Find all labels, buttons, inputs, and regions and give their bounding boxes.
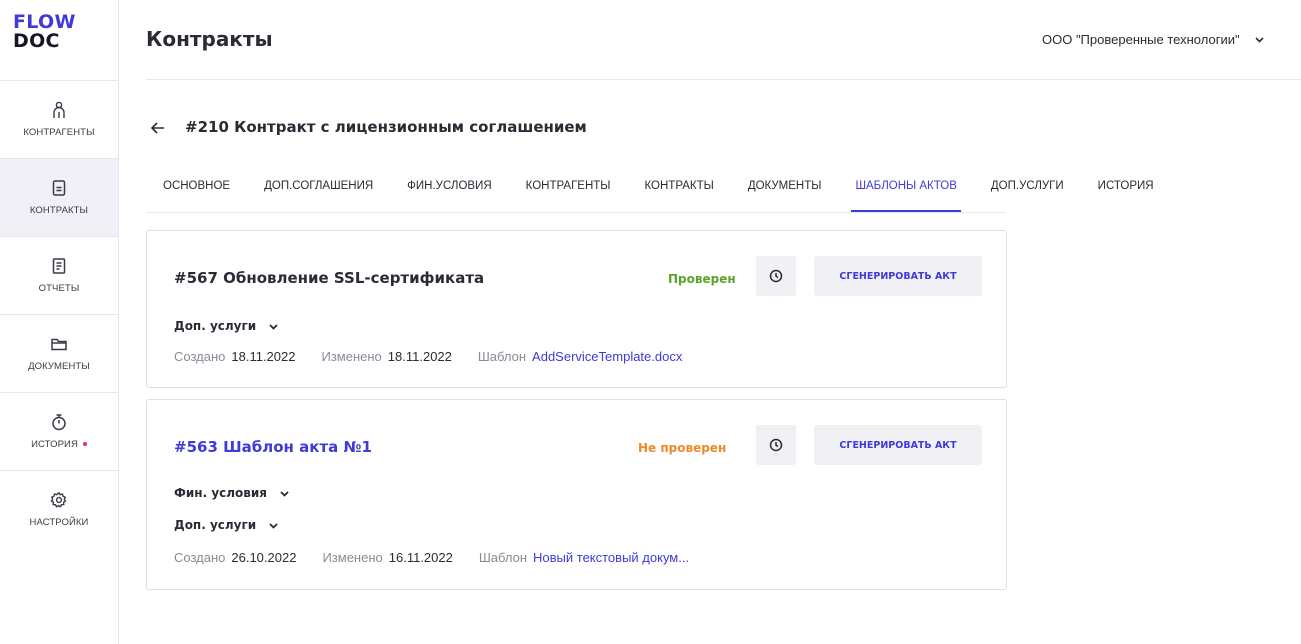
sidebar-item-counterparties[interactable]: КОНТРАГЕНТЫ	[0, 80, 118, 158]
sidebar-item-label: ОТЧЕТЫ	[38, 283, 80, 294]
sidebar-item-history[interactable]: ИСТОРИЯ	[0, 392, 118, 470]
created-label: Создано	[174, 550, 226, 565]
group-label: Фин. условия	[174, 486, 268, 500]
tab-counterparties[interactable]: КОНТРАГЕНТЫ	[509, 172, 628, 212]
sidebar-item-label: ДОКУМЕНТЫ	[28, 361, 90, 372]
chevron-down-icon	[280, 490, 289, 497]
contract-icon	[50, 179, 68, 197]
organization-selector[interactable]: ООО "Проверенные технологии"	[1042, 32, 1265, 47]
report-icon	[50, 257, 68, 275]
created-date: 18.11.2022	[231, 349, 296, 364]
page-title: Контракты	[146, 27, 273, 51]
contract-title: #210 Контракт с лицензионным соглашением	[185, 118, 587, 136]
tab-documents[interactable]: ДОКУМЕНТЫ	[731, 172, 839, 212]
sidebar-item-label: КОНТРАКТЫ	[29, 205, 89, 216]
created-label: Создано	[174, 349, 226, 364]
tab-bar: ОСНОВНОЕ ДОП.СОГЛАШЕНИЯ ФИН.УСЛОВИЯ КОНТ…	[146, 172, 1171, 212]
history-button[interactable]	[756, 256, 796, 296]
person-icon	[50, 101, 68, 119]
sidebar-item-documents[interactable]: ДОКУМЕНТЫ	[0, 314, 118, 392]
clock-icon	[769, 269, 783, 283]
header-divider	[146, 79, 1301, 80]
modified-date: 18.11.2022	[387, 349, 452, 364]
act-template-card: #567 Обновление SSL-сертификата Проверен…	[146, 230, 1007, 388]
status-badge: Проверен	[668, 272, 736, 286]
tabs-divider	[146, 212, 1006, 213]
sidebar-item-contracts[interactable]: КОНТРАКТЫ	[0, 158, 118, 236]
chevron-down-icon	[1255, 37, 1264, 43]
notification-dot	[82, 442, 87, 447]
back-button[interactable]	[149, 119, 167, 137]
group-toggle-financial-terms[interactable]: Фин. условия	[174, 486, 290, 500]
tab-addendums[interactable]: ДОП.СОГЛАШЕНИЯ	[247, 172, 390, 212]
tab-financial-terms[interactable]: ФИН.УСЛОВИЯ	[390, 172, 508, 212]
modified-label: Изменено	[322, 550, 383, 565]
generate-act-button[interactable]: СГЕНЕРИРОВАТЬ АКТ	[814, 425, 982, 465]
template-title: #567 Обновление SSL-сертификата	[174, 269, 485, 287]
template-label: Шаблон	[478, 550, 528, 565]
group-label: Доп. услуги	[174, 518, 257, 532]
sidebar-item-label: КОНТРАГЕНТЫ	[23, 127, 95, 138]
clock-icon	[769, 438, 783, 452]
sidebar-item-label: НАСТРОЙКИ	[29, 517, 89, 528]
sidebar-item-reports[interactable]: ОТЧЕТЫ	[0, 236, 118, 314]
folder-icon	[50, 335, 68, 353]
template-title-link[interactable]: #563 Шаблон акта №1	[174, 438, 372, 456]
sidebar-item-settings[interactable]: НАСТРОЙКИ	[0, 470, 118, 548]
group-toggle-additional-services[interactable]: Доп. услуги	[174, 319, 279, 333]
chevron-down-icon	[269, 323, 278, 330]
generate-act-button[interactable]: СГЕНЕРИРОВАТЬ АКТ	[814, 256, 982, 296]
template-file-link[interactable]: AddServiceTemplate.docx	[532, 349, 682, 364]
group-toggle-additional-services[interactable]: Доп. услуги	[174, 518, 279, 532]
tab-history[interactable]: ИСТОРИЯ	[1081, 172, 1171, 212]
modified-label: Изменено	[321, 349, 382, 364]
organization-name: ООО "Проверенные технологии"	[1042, 32, 1240, 47]
template-file-link[interactable]: Новый текстовый докум...	[533, 550, 689, 565]
template-meta: Создано 18.11.2022 Изменено 18.11.2022 Ш…	[174, 349, 682, 364]
sidebar: FLOW DOC КОНТРАГЕНТЫ КОНТРАКТЫ ОТЧЕТЫ ДО…	[0, 0, 119, 644]
tab-additional-services[interactable]: ДОП.УСЛУГИ	[974, 172, 1081, 212]
status-badge: Не проверен	[638, 441, 727, 455]
gear-icon	[50, 491, 68, 509]
logo[interactable]: FLOW DOC	[13, 13, 76, 51]
created-date: 26.10.2022	[231, 550, 297, 565]
group-label: Доп. услуги	[174, 319, 257, 333]
template-meta: Создано 26.10.2022 Изменено 16.11.2022 Ш…	[174, 550, 689, 565]
sidebar-nav: КОНТРАГЕНТЫ КОНТРАКТЫ ОТЧЕТЫ ДОКУМЕНТЫ И…	[0, 80, 118, 548]
history-button[interactable]	[756, 425, 796, 465]
act-template-card: #563 Шаблон акта №1 Не проверен СГЕНЕРИР…	[146, 399, 1007, 590]
logo-line2: DOC	[13, 30, 60, 52]
tab-act-templates[interactable]: ШАБЛОНЫ АКТОВ	[838, 172, 973, 212]
tab-main[interactable]: ОСНОВНОЕ	[146, 172, 247, 212]
sidebar-item-label: ИСТОРИЯ	[31, 439, 78, 450]
stopwatch-icon	[50, 413, 68, 431]
chevron-down-icon	[269, 522, 278, 529]
arrow-left-icon	[150, 122, 164, 134]
sidebar-item-label-wrap: ИСТОРИЯ	[31, 439, 87, 450]
modified-date: 16.11.2022	[388, 550, 453, 565]
template-label: Шаблон	[477, 349, 527, 364]
tab-contracts[interactable]: КОНТРАКТЫ	[627, 172, 730, 212]
